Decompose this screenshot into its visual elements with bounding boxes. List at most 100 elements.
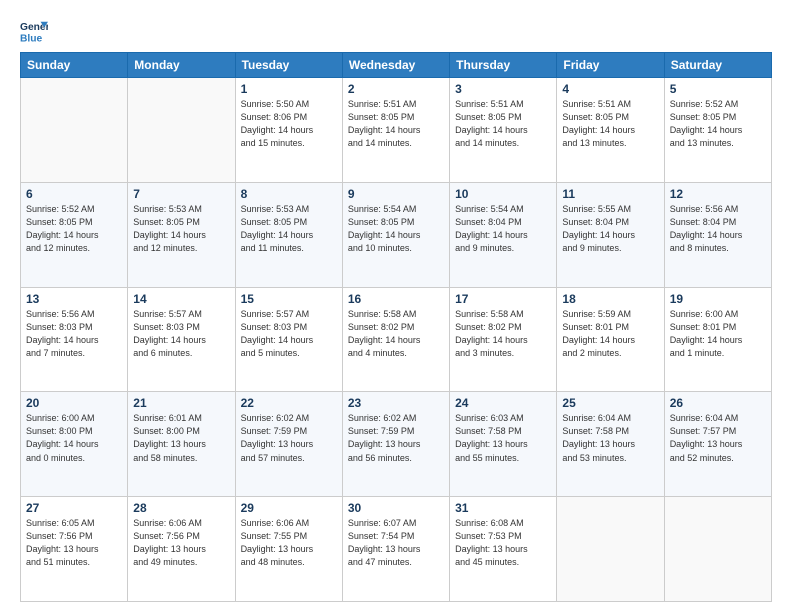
page: General Blue SundayMondayTuesdayWednesda… (0, 0, 792, 612)
calendar-cell: 6 Sunrise: 5:52 AM Sunset: 8:05 PM Daylig… (21, 182, 128, 287)
day-info: Sunrise: 5:50 AM Sunset: 8:06 PM Dayligh… (241, 98, 337, 150)
day-number: 3 (455, 82, 551, 96)
day-number: 14 (133, 292, 229, 306)
calendar-cell (557, 497, 664, 602)
calendar-cell: 3 Sunrise: 5:51 AM Sunset: 8:05 PM Daylig… (450, 78, 557, 183)
calendar-cell: 20 Sunrise: 6:00 AM Sunset: 8:00 PM Dayli… (21, 392, 128, 497)
calendar-cell: 26Sunrise: 6:04 AM Sunset: 7:57 PM Dayli… (664, 392, 771, 497)
day-info: Sunrise: 5:51 AM Sunset: 8:05 PM Dayligh… (348, 98, 444, 150)
day-number: 8 (241, 187, 337, 201)
day-info: Sunrise: 5:53 AM Sunset: 8:05 PM Dayligh… (241, 203, 337, 255)
calendar-cell: 17Sunrise: 5:58 AM Sunset: 8:02 PM Dayli… (450, 287, 557, 392)
calendar-week-3: 13 Sunrise: 5:56 AM Sunset: 8:03 PM Dayli… (21, 287, 772, 392)
weekday-header-friday: Friday (557, 53, 664, 78)
calendar-week-5: 27 Sunrise: 6:05 AM Sunset: 7:56 PM Dayli… (21, 497, 772, 602)
day-number: 9 (348, 187, 444, 201)
day-number: 11 (562, 187, 658, 201)
weekday-header-thursday: Thursday (450, 53, 557, 78)
day-info: Sunrise: 6:06 AM Sunset: 7:55 PM Dayligh… (241, 517, 337, 569)
day-info: Sunrise: 5:57 AM Sunset: 8:03 PM Dayligh… (241, 308, 337, 360)
day-info: Sunrise: 5:56 AM Sunset: 8:04 PM Dayligh… (670, 203, 766, 255)
calendar-week-2: 6 Sunrise: 5:52 AM Sunset: 8:05 PM Daylig… (21, 182, 772, 287)
day-number: 28 (133, 501, 229, 515)
day-info: Sunrise: 5:55 AM Sunset: 8:04 PM Dayligh… (562, 203, 658, 255)
day-number: 16 (348, 292, 444, 306)
calendar-cell: 21 Sunrise: 6:01 AM Sunset: 8:00 PM Dayli… (128, 392, 235, 497)
day-number: 17 (455, 292, 551, 306)
day-info: Sunrise: 5:57 AM Sunset: 8:03 PM Dayligh… (133, 308, 229, 360)
day-number: 24 (455, 396, 551, 410)
day-number: 6 (26, 187, 122, 201)
day-info: Sunrise: 6:00 AM Sunset: 8:01 PM Dayligh… (670, 308, 766, 360)
calendar-cell: 12Sunrise: 5:56 AM Sunset: 8:04 PM Dayli… (664, 182, 771, 287)
calendar-cell: 16 Sunrise: 5:58 AM Sunset: 8:02 PM Dayli… (342, 287, 449, 392)
calendar-cell: 31 Sunrise: 6:08 AM Sunset: 7:53 PM Dayli… (450, 497, 557, 602)
calendar-cell: 22 Sunrise: 6:02 AM Sunset: 7:59 PM Dayli… (235, 392, 342, 497)
day-number: 4 (562, 82, 658, 96)
day-info: Sunrise: 6:05 AM Sunset: 7:56 PM Dayligh… (26, 517, 122, 569)
calendar-table: SundayMondayTuesdayWednesdayThursdayFrid… (20, 52, 772, 602)
weekday-header-row: SundayMondayTuesdayWednesdayThursdayFrid… (21, 53, 772, 78)
day-info: Sunrise: 6:00 AM Sunset: 8:00 PM Dayligh… (26, 412, 122, 464)
calendar-cell: 27 Sunrise: 6:05 AM Sunset: 7:56 PM Dayli… (21, 497, 128, 602)
logo: General Blue (20, 18, 48, 46)
day-number: 13 (26, 292, 122, 306)
calendar-cell: 25Sunrise: 6:04 AM Sunset: 7:58 PM Dayli… (557, 392, 664, 497)
calendar-cell: 13 Sunrise: 5:56 AM Sunset: 8:03 PM Dayli… (21, 287, 128, 392)
calendar-cell: 2 Sunrise: 5:51 AM Sunset: 8:05 PM Daylig… (342, 78, 449, 183)
calendar-cell: 7Sunrise: 5:53 AM Sunset: 8:05 PM Daylig… (128, 182, 235, 287)
day-number: 26 (670, 396, 766, 410)
weekday-header-saturday: Saturday (664, 53, 771, 78)
day-number: 20 (26, 396, 122, 410)
calendar-cell: 8 Sunrise: 5:53 AM Sunset: 8:05 PM Daylig… (235, 182, 342, 287)
day-number: 19 (670, 292, 766, 306)
day-number: 18 (562, 292, 658, 306)
calendar-cell (664, 497, 771, 602)
calendar-cell: 29 Sunrise: 6:06 AM Sunset: 7:55 PM Dayli… (235, 497, 342, 602)
day-number: 22 (241, 396, 337, 410)
day-info: Sunrise: 6:01 AM Sunset: 8:00 PM Dayligh… (133, 412, 229, 464)
day-number: 29 (241, 501, 337, 515)
day-number: 15 (241, 292, 337, 306)
day-info: Sunrise: 5:53 AM Sunset: 8:05 PM Dayligh… (133, 203, 229, 255)
day-number: 31 (455, 501, 551, 515)
calendar-week-4: 20 Sunrise: 6:00 AM Sunset: 8:00 PM Dayli… (21, 392, 772, 497)
day-number: 25 (562, 396, 658, 410)
day-info: Sunrise: 5:58 AM Sunset: 8:02 PM Dayligh… (348, 308, 444, 360)
logo-icon: General Blue (20, 18, 48, 46)
day-number: 23 (348, 396, 444, 410)
day-info: Sunrise: 6:06 AM Sunset: 7:56 PM Dayligh… (133, 517, 229, 569)
day-info: Sunrise: 5:51 AM Sunset: 8:05 PM Dayligh… (562, 98, 658, 150)
calendar-cell: 5Sunrise: 5:52 AM Sunset: 8:05 PM Daylig… (664, 78, 771, 183)
calendar-cell: 19 Sunrise: 6:00 AM Sunset: 8:01 PM Dayli… (664, 287, 771, 392)
calendar-cell: 15 Sunrise: 5:57 AM Sunset: 8:03 PM Dayli… (235, 287, 342, 392)
day-info: Sunrise: 5:54 AM Sunset: 8:04 PM Dayligh… (455, 203, 551, 255)
day-number: 2 (348, 82, 444, 96)
day-number: 21 (133, 396, 229, 410)
calendar-cell: 4 Sunrise: 5:51 AM Sunset: 8:05 PM Daylig… (557, 78, 664, 183)
day-info: Sunrise: 6:03 AM Sunset: 7:58 PM Dayligh… (455, 412, 551, 464)
day-info: Sunrise: 6:07 AM Sunset: 7:54 PM Dayligh… (348, 517, 444, 569)
day-info: Sunrise: 5:52 AM Sunset: 8:05 PM Dayligh… (670, 98, 766, 150)
day-info: Sunrise: 6:02 AM Sunset: 7:59 PM Dayligh… (241, 412, 337, 464)
day-info: Sunrise: 5:59 AM Sunset: 8:01 PM Dayligh… (562, 308, 658, 360)
day-info: Sunrise: 6:08 AM Sunset: 7:53 PM Dayligh… (455, 517, 551, 569)
weekday-header-monday: Monday (128, 53, 235, 78)
svg-text:Blue: Blue (20, 33, 43, 44)
calendar-cell: 10Sunrise: 5:54 AM Sunset: 8:04 PM Dayli… (450, 182, 557, 287)
calendar-week-1: 1Sunrise: 5:50 AM Sunset: 8:06 PM Daylig… (21, 78, 772, 183)
weekday-header-sunday: Sunday (21, 53, 128, 78)
calendar-cell: 24 Sunrise: 6:03 AM Sunset: 7:58 PM Dayli… (450, 392, 557, 497)
day-info: Sunrise: 6:02 AM Sunset: 7:59 PM Dayligh… (348, 412, 444, 464)
calendar-cell: 1Sunrise: 5:50 AM Sunset: 8:06 PM Daylig… (235, 78, 342, 183)
header: General Blue (20, 18, 772, 46)
day-info: Sunrise: 5:56 AM Sunset: 8:03 PM Dayligh… (26, 308, 122, 360)
calendar-cell: 14 Sunrise: 5:57 AM Sunset: 8:03 PM Dayli… (128, 287, 235, 392)
day-info: Sunrise: 5:52 AM Sunset: 8:05 PM Dayligh… (26, 203, 122, 255)
calendar-cell: 28 Sunrise: 6:06 AM Sunset: 7:56 PM Dayli… (128, 497, 235, 602)
day-number: 27 (26, 501, 122, 515)
calendar-cell: 23 Sunrise: 6:02 AM Sunset: 7:59 PM Dayli… (342, 392, 449, 497)
calendar-cell: 30 Sunrise: 6:07 AM Sunset: 7:54 PM Dayli… (342, 497, 449, 602)
day-info: Sunrise: 5:51 AM Sunset: 8:05 PM Dayligh… (455, 98, 551, 150)
day-number: 30 (348, 501, 444, 515)
